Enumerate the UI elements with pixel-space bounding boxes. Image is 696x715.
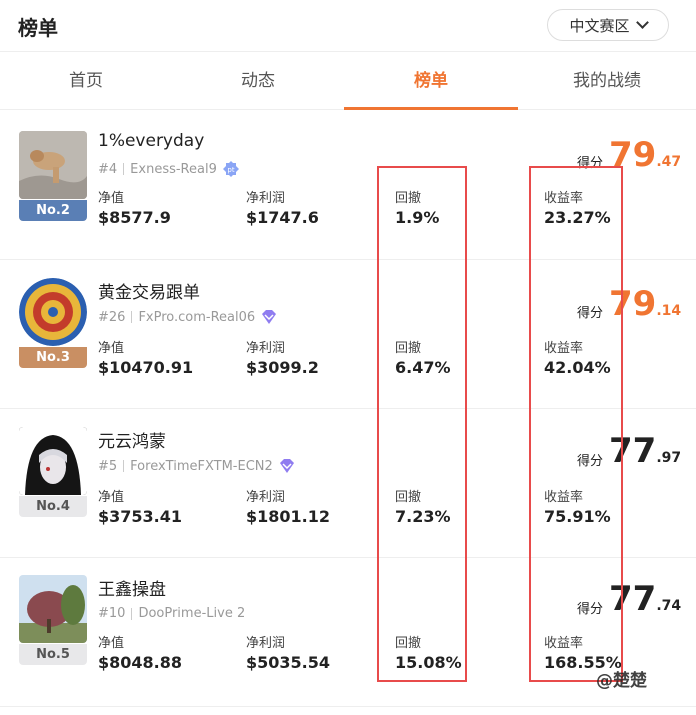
- return-rate-highlight-box: [529, 166, 623, 682]
- tab-feed[interactable]: 动态: [172, 52, 344, 110]
- trader-meta: #10 DooPrime-Live 2: [98, 606, 245, 621]
- trader-account: FxPro.com-Real06: [138, 309, 256, 325]
- divider: [131, 607, 133, 620]
- net-profit: $3099.2: [246, 358, 319, 377]
- divider: [131, 311, 133, 323]
- score-decimal: .74: [656, 598, 682, 614]
- tab-home[interactable]: 首页: [0, 52, 172, 110]
- avatar: [19, 131, 87, 199]
- net-profit: $1801.12: [246, 507, 331, 526]
- avatar: [19, 278, 87, 346]
- avatar: [19, 575, 87, 643]
- rank-badge: No.2: [19, 200, 87, 221]
- score-decimal: .47: [656, 154, 682, 170]
- trader-name[interactable]: 1%everyday: [98, 131, 204, 151]
- header: 榜单 中文赛区: [0, 0, 696, 52]
- net-value-label: 净值: [98, 191, 125, 206]
- trader-account: DooPrime-Live 2: [138, 606, 246, 621]
- net-value: $10470.91: [98, 358, 194, 377]
- net-profit-label: 净利润: [246, 490, 286, 505]
- trader-rank: #5: [98, 458, 118, 474]
- net-profit: $5035.54: [246, 653, 331, 672]
- score-decimal: .97: [656, 450, 682, 466]
- pt-badge-icon: pt: [222, 161, 239, 177]
- trader-rank: #4: [98, 161, 118, 177]
- trader-name[interactable]: 黄金交易跟单: [98, 278, 200, 303]
- trader-name[interactable]: 元云鸿蒙: [98, 427, 166, 452]
- divider: [123, 460, 125, 472]
- trader-rank: #26: [98, 309, 126, 325]
- svg-text:pt: pt: [227, 166, 234, 174]
- net-value-label: 净值: [98, 341, 125, 356]
- score-decimal: .14: [656, 303, 682, 319]
- rank-badge: No.5: [19, 644, 87, 665]
- net-value: $8048.88: [98, 653, 183, 672]
- tab-bar: 首页 动态 榜单 我的战绩: [0, 52, 696, 110]
- verified-diamond-icon: [262, 310, 277, 324]
- net-profit-label: 净利润: [246, 191, 286, 206]
- net-value-label: 净值: [98, 636, 125, 651]
- trader-meta: #5 ForexTimeFXTM-ECN2: [98, 458, 295, 474]
- trader-meta: #26 FxPro.com-Real06: [98, 309, 277, 325]
- rank-badge: No.3: [19, 347, 87, 368]
- net-value: $3753.41: [98, 507, 183, 526]
- net-value: $8577.9: [98, 208, 171, 227]
- rank-badge: No.4: [19, 496, 87, 517]
- region-select-label: 中文赛区: [569, 16, 630, 35]
- verified-diamond-icon: [279, 459, 294, 473]
- trader-rank: #10: [98, 606, 126, 621]
- net-profit-label: 净利润: [246, 341, 286, 356]
- drawdown-highlight-box: [377, 166, 467, 682]
- trader-account: Exness-Real9: [130, 161, 217, 177]
- divider: [123, 163, 125, 175]
- page-title: 榜单: [18, 16, 58, 40]
- avatar: [19, 427, 87, 495]
- trader-account: ForexTimeFXTM-ECN2: [130, 458, 273, 474]
- active-tab-indicator: [344, 107, 518, 110]
- trader-name[interactable]: 王鑫操盘: [98, 575, 166, 600]
- chevron-down-icon: [635, 16, 649, 29]
- net-profit: $1747.6: [246, 208, 319, 227]
- net-value-label: 净值: [98, 490, 125, 505]
- watermark: @楚楚: [596, 671, 647, 691]
- net-profit-label: 净利润: [246, 636, 286, 651]
- region-select[interactable]: 中文赛区: [547, 9, 669, 41]
- tab-my-record[interactable]: 我的战绩: [518, 52, 696, 110]
- tab-leaderboard[interactable]: 榜单: [344, 52, 518, 110]
- trader-meta: #4 Exness-Real9 pt: [98, 161, 239, 177]
